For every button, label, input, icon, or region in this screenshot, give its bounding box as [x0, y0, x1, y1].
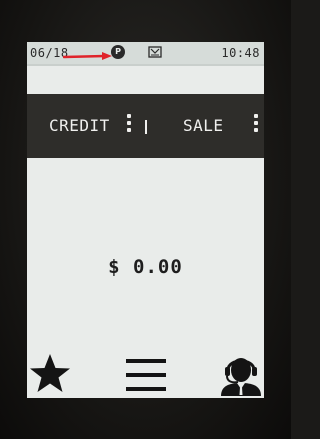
tray-icon — [148, 46, 162, 58]
status-time: 10:48 — [221, 46, 260, 60]
p-indicator-icon: P — [111, 45, 125, 59]
hamburger-menu-icon[interactable] — [125, 356, 167, 394]
terminal-screen: 06/18 P 10:48 CREDIT SALE $ 0.00 — [27, 42, 264, 398]
support-agent-icon[interactable] — [219, 350, 263, 396]
device-bezel: 06/18 P 10:48 CREDIT SALE $ 0.00 — [0, 0, 291, 439]
header-gap — [27, 66, 264, 94]
red-arrow-annotation — [63, 52, 112, 60]
amount-display: $ 0.00 — [108, 256, 183, 278]
status-bar: 06/18 P 10:48 — [27, 42, 264, 66]
transaction-menu-bar: CREDIT SALE — [27, 94, 264, 158]
bottom-toolbar — [27, 350, 264, 398]
credit-menu-button[interactable]: CREDIT — [49, 116, 110, 135]
menu-separator — [145, 120, 147, 134]
sale-options-icon[interactable] — [253, 114, 259, 136]
credit-options-icon[interactable] — [126, 114, 132, 136]
sale-menu-button[interactable]: SALE — [183, 116, 224, 135]
star-icon[interactable] — [28, 352, 72, 396]
